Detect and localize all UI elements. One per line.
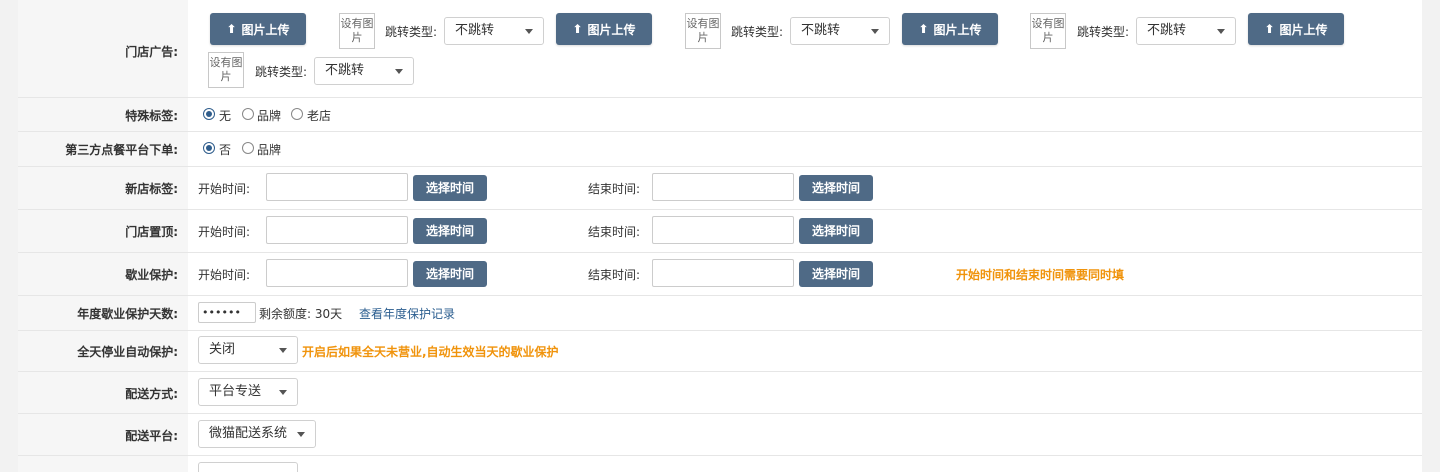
- closure-hint: 开始时间和结束时间需要同时填: [956, 268, 1125, 282]
- auto-protection-select[interactable]: 关闭: [198, 336, 298, 364]
- upload-image-button-4[interactable]: ⬆ 图片上传: [1248, 13, 1344, 45]
- closure-protection-row: 歇业保护: 开始时间: 选择时间 结束时间: 选择时间 开始时间和结束时间需要同…: [18, 253, 1422, 296]
- special-tag-label: 特殊标签:: [125, 109, 178, 123]
- jump-type-label-4: 跳转类型:: [255, 65, 308, 79]
- jump-type-value: 不跳转: [801, 23, 841, 38]
- third-party-order-label: 第三方点餐平台下单:: [65, 143, 178, 157]
- start-time-label: 开始时间:: [198, 225, 251, 239]
- closure-end-pick-button[interactable]: 选择时间: [799, 261, 873, 287]
- special-tag-option-old-store: 老店: [307, 109, 332, 123]
- partial-select[interactable]: [198, 462, 298, 472]
- jump-type-label-2: 跳转类型:: [731, 25, 784, 39]
- auto-protection-value: 关闭: [209, 342, 236, 357]
- remaining-quota: 剩余额度: 30天: [259, 307, 343, 321]
- end-time-label: 结束时间:: [588, 182, 641, 196]
- new-store-tag-row: 新店标签: 开始时间: 选择时间 结束时间: 选择时间: [18, 167, 1422, 210]
- upload-arrow-icon: ⬆: [1264, 22, 1275, 36]
- closure-start-time-input[interactable]: [266, 259, 408, 287]
- yearly-protection-days-label: 年度歇业保护天数:: [77, 307, 178, 321]
- special-tag-radio-old-store[interactable]: [291, 108, 303, 120]
- pin-start-time-input[interactable]: [266, 216, 408, 244]
- delivery-platform-row: 配送平台: 微猫配送系统: [18, 414, 1422, 456]
- third-party-order-row: 第三方点餐平台下单: 否 品牌: [18, 132, 1422, 167]
- upload-button-label: 图片上传: [933, 22, 982, 37]
- jump-type-select-4[interactable]: 不跳转: [314, 57, 414, 85]
- third-party-option-no: 否: [219, 143, 232, 157]
- new-store-start-time-input[interactable]: [266, 173, 408, 201]
- store-pin-label: 门店置顶:: [125, 225, 178, 239]
- upload-button-label: 图片上传: [241, 22, 290, 37]
- upload-arrow-icon: ⬆: [918, 22, 929, 36]
- delivery-method-row: 配送方式: 平台专送: [18, 372, 1422, 414]
- yearly-protection-days-row: 年度歇业保护天数: •••••• 剩余额度: 30天 查看年度保护记录: [18, 296, 1422, 331]
- image-placeholder-1: 设有图片: [339, 13, 375, 49]
- jump-type-select-1[interactable]: 不跳转: [444, 17, 544, 45]
- auto-protection-label: 全天停业自动保护:: [77, 345, 178, 359]
- jump-type-value: 不跳转: [455, 23, 495, 38]
- jump-type-label-3: 跳转类型:: [1077, 25, 1130, 39]
- yearly-history-link[interactable]: 查看年度保护记录: [359, 305, 455, 322]
- end-time-label: 结束时间:: [588, 268, 641, 282]
- upload-arrow-icon: ⬆: [226, 22, 237, 36]
- image-placeholder-4: 设有图片: [208, 52, 244, 88]
- store-pin-row: 门店置顶: 开始时间: 选择时间 结束时间: 选择时间: [18, 210, 1422, 253]
- image-placeholder-2: 设有图片: [685, 13, 721, 49]
- upload-button-label: 图片上传: [587, 22, 636, 37]
- delivery-platform-value: 微猫配送系统: [209, 426, 288, 441]
- closure-end-time-input[interactable]: [652, 259, 794, 287]
- auto-protection-row: 全天停业自动保护: 关闭 开启后如果全天未营业,自动生效当天的歇业保护: [18, 331, 1422, 372]
- store-ads-label: 门店广告:: [125, 45, 178, 59]
- chevron-down-icon: [297, 432, 305, 437]
- new-store-end-time-input[interactable]: [652, 173, 794, 201]
- delivery-platform-label: 配送平台:: [125, 429, 178, 443]
- closure-protection-label: 歇业保护:: [125, 268, 178, 282]
- start-time-label: 开始时间:: [198, 182, 251, 196]
- third-party-radio-no[interactable]: [203, 142, 215, 154]
- jump-type-select-3[interactable]: 不跳转: [1136, 17, 1236, 45]
- upload-arrow-icon: ⬆: [572, 22, 583, 36]
- chevron-down-icon: [871, 29, 879, 34]
- chevron-down-icon: [1217, 29, 1225, 34]
- image-placeholder-3: 设有图片: [1030, 13, 1066, 49]
- new-store-end-pick-button[interactable]: 选择时间: [799, 175, 873, 201]
- store-settings-form: 门店广告: ⬆ 图片上传 设有图片 跳转类型: 不跳转 ⬆ 图片上传 设有图片 …: [18, 0, 1422, 472]
- pin-start-pick-button[interactable]: 选择时间: [413, 218, 487, 244]
- jump-type-value: 不跳转: [325, 63, 365, 78]
- upload-button-label: 图片上传: [1279, 22, 1328, 37]
- special-tag-row: 特殊标签: 无 品牌 老店: [18, 98, 1422, 132]
- auto-protection-hint: 开启后如果全天未营业,自动生效当天的歇业保护: [302, 345, 559, 359]
- upload-image-button-3[interactable]: ⬆ 图片上传: [902, 13, 998, 45]
- special-tag-option-brand: 品牌: [257, 109, 282, 123]
- jump-type-label-1: 跳转类型:: [385, 25, 438, 39]
- chevron-down-icon: [395, 69, 403, 74]
- delivery-platform-select[interactable]: 微猫配送系统: [198, 420, 316, 448]
- third-party-radio-brand[interactable]: [242, 142, 254, 154]
- end-time-label: 结束时间:: [588, 225, 641, 239]
- delivery-method-select[interactable]: 平台专送: [198, 378, 298, 406]
- special-tag-option-none: 无: [219, 109, 232, 123]
- chevron-down-icon: [525, 29, 533, 34]
- new-store-tag-label: 新店标签:: [125, 182, 178, 196]
- yearly-days-input[interactable]: ••••••: [198, 302, 256, 323]
- next-row-partial: [18, 456, 1422, 472]
- new-store-start-pick-button[interactable]: 选择时间: [413, 175, 487, 201]
- jump-type-value: 不跳转: [1147, 23, 1187, 38]
- upload-image-button-2[interactable]: ⬆ 图片上传: [556, 13, 652, 45]
- start-time-label: 开始时间:: [198, 268, 251, 282]
- third-party-option-brand: 品牌: [257, 143, 282, 157]
- upload-image-button-1[interactable]: ⬆ 图片上传: [210, 13, 306, 45]
- jump-type-select-2[interactable]: 不跳转: [790, 17, 890, 45]
- chevron-down-icon: [279, 348, 287, 353]
- delivery-method-label: 配送方式:: [125, 387, 178, 401]
- pin-end-pick-button[interactable]: 选择时间: [799, 218, 873, 244]
- special-tag-radio-none[interactable]: [203, 108, 215, 120]
- pin-end-time-input[interactable]: [652, 216, 794, 244]
- delivery-method-value: 平台专送: [209, 384, 262, 399]
- store-ads-row: 门店广告: ⬆ 图片上传 设有图片 跳转类型: 不跳转 ⬆ 图片上传 设有图片 …: [18, 0, 1422, 98]
- chevron-down-icon: [279, 390, 287, 395]
- special-tag-radio-brand[interactable]: [242, 108, 254, 120]
- closure-start-pick-button[interactable]: 选择时间: [413, 261, 487, 287]
